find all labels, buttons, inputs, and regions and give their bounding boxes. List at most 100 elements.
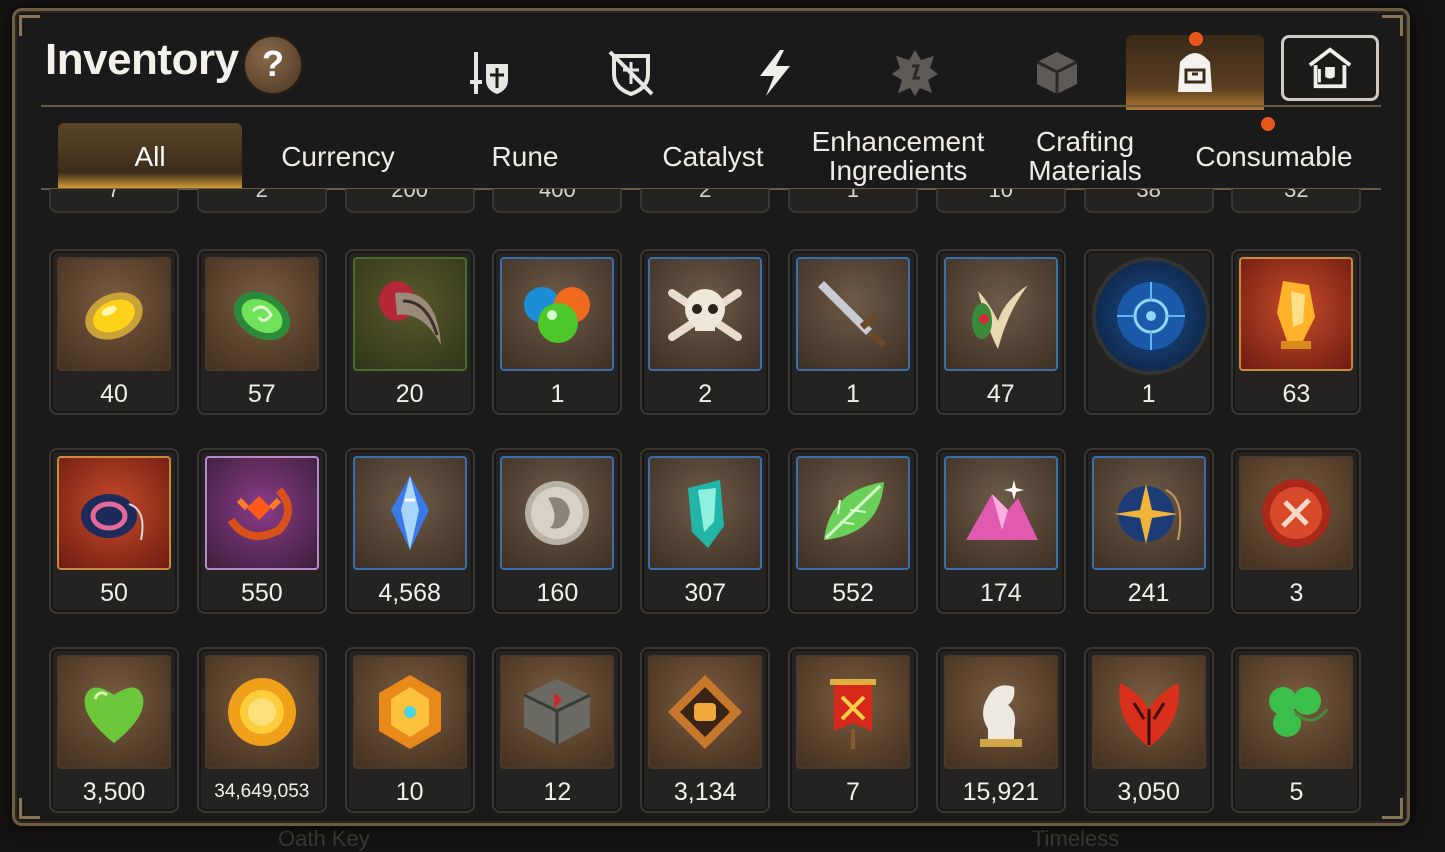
item-quantity: 5 [1289, 778, 1304, 806]
item-slot-teal-crystal[interactable]: 307 [640, 448, 771, 614]
item-thumbnail [1239, 456, 1354, 570]
item-slot-partial[interactable]: 7 [49, 189, 179, 213]
house-icon [1308, 47, 1352, 89]
item-quantity: 10 [395, 778, 424, 806]
item-quantity: 160 [536, 579, 579, 607]
seal-badge-icon [1262, 479, 1331, 547]
item-slot-amber-crystal[interactable]: 63 [1231, 249, 1362, 415]
item-thumbnail [500, 655, 615, 769]
item-slot-yellow-gem[interactable]: 40 [49, 249, 179, 415]
item-thumbnail [1239, 655, 1354, 769]
item-thumbnail [500, 456, 615, 570]
item-slot-partial[interactable]: 2 [640, 189, 771, 213]
pendant-icon [81, 494, 144, 541]
yellow-gem-icon [85, 292, 143, 340]
item-slot-green-heart[interactable]: 3,500 [49, 647, 179, 813]
clover-icon [1269, 687, 1329, 737]
leaf-icon [824, 482, 884, 540]
item-slot-war-banner[interactable]: 7 [788, 647, 918, 813]
item-slot-fist-emblem[interactable]: 3,134 [640, 647, 771, 813]
item-slot-star-pendant[interactable]: 241 [1083, 448, 1214, 614]
item-quantity: 2 [698, 380, 713, 408]
item-slot-rune-circle[interactable]: 1 [1083, 249, 1214, 415]
item-thumbnail [57, 655, 171, 769]
item-thumbnail [648, 655, 763, 769]
tab-catalyst[interactable]: Catalyst [613, 123, 813, 189]
item-slot-red-badge[interactable]: 3 [1231, 448, 1362, 614]
item-slot-red-leaf[interactable]: 3,050 [1083, 647, 1214, 813]
item-thumbnail [1239, 257, 1354, 371]
tab-consumable[interactable]: Consumable [1181, 123, 1367, 189]
item-quantity: 15,921 [962, 778, 1040, 806]
item-slot-knight-piece[interactable]: 15,921 [935, 647, 1066, 813]
item-thumbnail [352, 456, 467, 570]
item-thumbnail [352, 257, 467, 371]
item-slot-dagger[interactable]: 1 [788, 249, 918, 415]
item-slot-silver-coin[interactable]: 160 [492, 448, 623, 614]
broken-shield-icon[interactable] [601, 43, 661, 103]
item-quantity: 1 [846, 189, 860, 202]
item-slot-green-gem[interactable]: 57 [196, 249, 327, 415]
cracked-gem-icon[interactable] [885, 43, 945, 103]
item-thumbnail [57, 456, 171, 570]
corner-ornament [19, 15, 40, 36]
item-quantity: 34,649,053 [214, 781, 310, 802]
item-slot-pink-dust[interactable]: 174 [935, 448, 1066, 614]
item-slot-loop-pendant[interactable]: 50 [49, 448, 179, 614]
item-slot-gold-coin[interactable]: 34,649,053 [196, 647, 327, 813]
item-quantity: 3,050 [1117, 778, 1180, 806]
item-thumbnail [943, 655, 1058, 769]
lightning-icon[interactable] [745, 43, 805, 103]
item-slot-hex-emblem[interactable]: 10 [344, 647, 475, 813]
sword-shield-icon[interactable] [459, 43, 519, 103]
tab-enhancement-ingredients[interactable]: Enhancement Ingredients [803, 123, 993, 189]
corner-ornament [1382, 15, 1403, 36]
background-text: Timeless [1032, 826, 1120, 851]
backpack-icon[interactable] [1165, 43, 1225, 103]
item-slot-ring-emblem[interactable]: 550 [196, 448, 327, 614]
item-thumbnail [648, 456, 763, 570]
item-slot-partial[interactable]: 200 [344, 189, 475, 213]
item-thumbnail [352, 655, 467, 769]
page-title: Inventory [45, 35, 239, 84]
item-slot-partial[interactable]: 38 [1083, 189, 1214, 213]
tab-all[interactable]: All [58, 123, 242, 189]
item-quantity: 552 [832, 579, 874, 607]
tab-crafting-materials[interactable]: Crafting Materials [990, 123, 1180, 189]
item-slot-partial[interactable]: 1 [788, 189, 918, 213]
item-slot-slime-orbs[interactable]: 1 [492, 249, 623, 415]
item-slot-stone-cube[interactable]: 12 [492, 647, 623, 813]
item-quantity: 1 [550, 380, 565, 408]
item-grid: 7 2 200 400 2 1 10 38 32 40 57 20 1 2 1 47 1 63 50 550 4,568… [15, 189, 1407, 821]
tab-currency[interactable]: Currency [248, 123, 428, 189]
item-quantity: 7 [846, 778, 860, 806]
item-slot-claw[interactable]: 20 [344, 249, 475, 415]
heart-icon [84, 687, 144, 743]
item-slot-partial[interactable]: 400 [492, 189, 623, 213]
stone-cube-icon [523, 679, 592, 745]
item-quantity: 2 [255, 189, 268, 202]
item-quantity: 200 [391, 189, 428, 202]
item-quantity: 57 [247, 380, 276, 408]
item-thumbnail [204, 257, 319, 371]
item-slot-green-leaf[interactable]: 552 [788, 448, 918, 614]
item-slot-partial[interactable]: 2 [196, 189, 327, 213]
pink-dust-icon [965, 480, 1038, 540]
help-button[interactable]: ? [243, 35, 303, 95]
item-quantity: 550 [240, 579, 283, 607]
item-slot-herb-root[interactable]: 47 [935, 249, 1066, 415]
item-thumbnail [500, 257, 615, 371]
item-quantity: 1 [1141, 380, 1156, 408]
item-slot-partial[interactable]: 32 [1231, 189, 1362, 213]
item-slot-partial[interactable]: 10 [935, 189, 1066, 213]
home-button[interactable] [1281, 35, 1379, 101]
item-slot-clover[interactable]: 5 [1231, 647, 1362, 813]
star-pendant-icon [1113, 484, 1181, 544]
item-quantity: 400 [539, 189, 576, 202]
cube-icon[interactable] [1027, 43, 1087, 103]
ring-emblem-icon [227, 487, 292, 541]
tab-rune[interactable]: Rune [425, 123, 625, 189]
item-slot-blue-crystal[interactable]: 4,568 [344, 448, 475, 614]
item-slot-skull-crossbones[interactable]: 2 [640, 249, 771, 415]
amber-crystal-icon [1277, 281, 1316, 349]
